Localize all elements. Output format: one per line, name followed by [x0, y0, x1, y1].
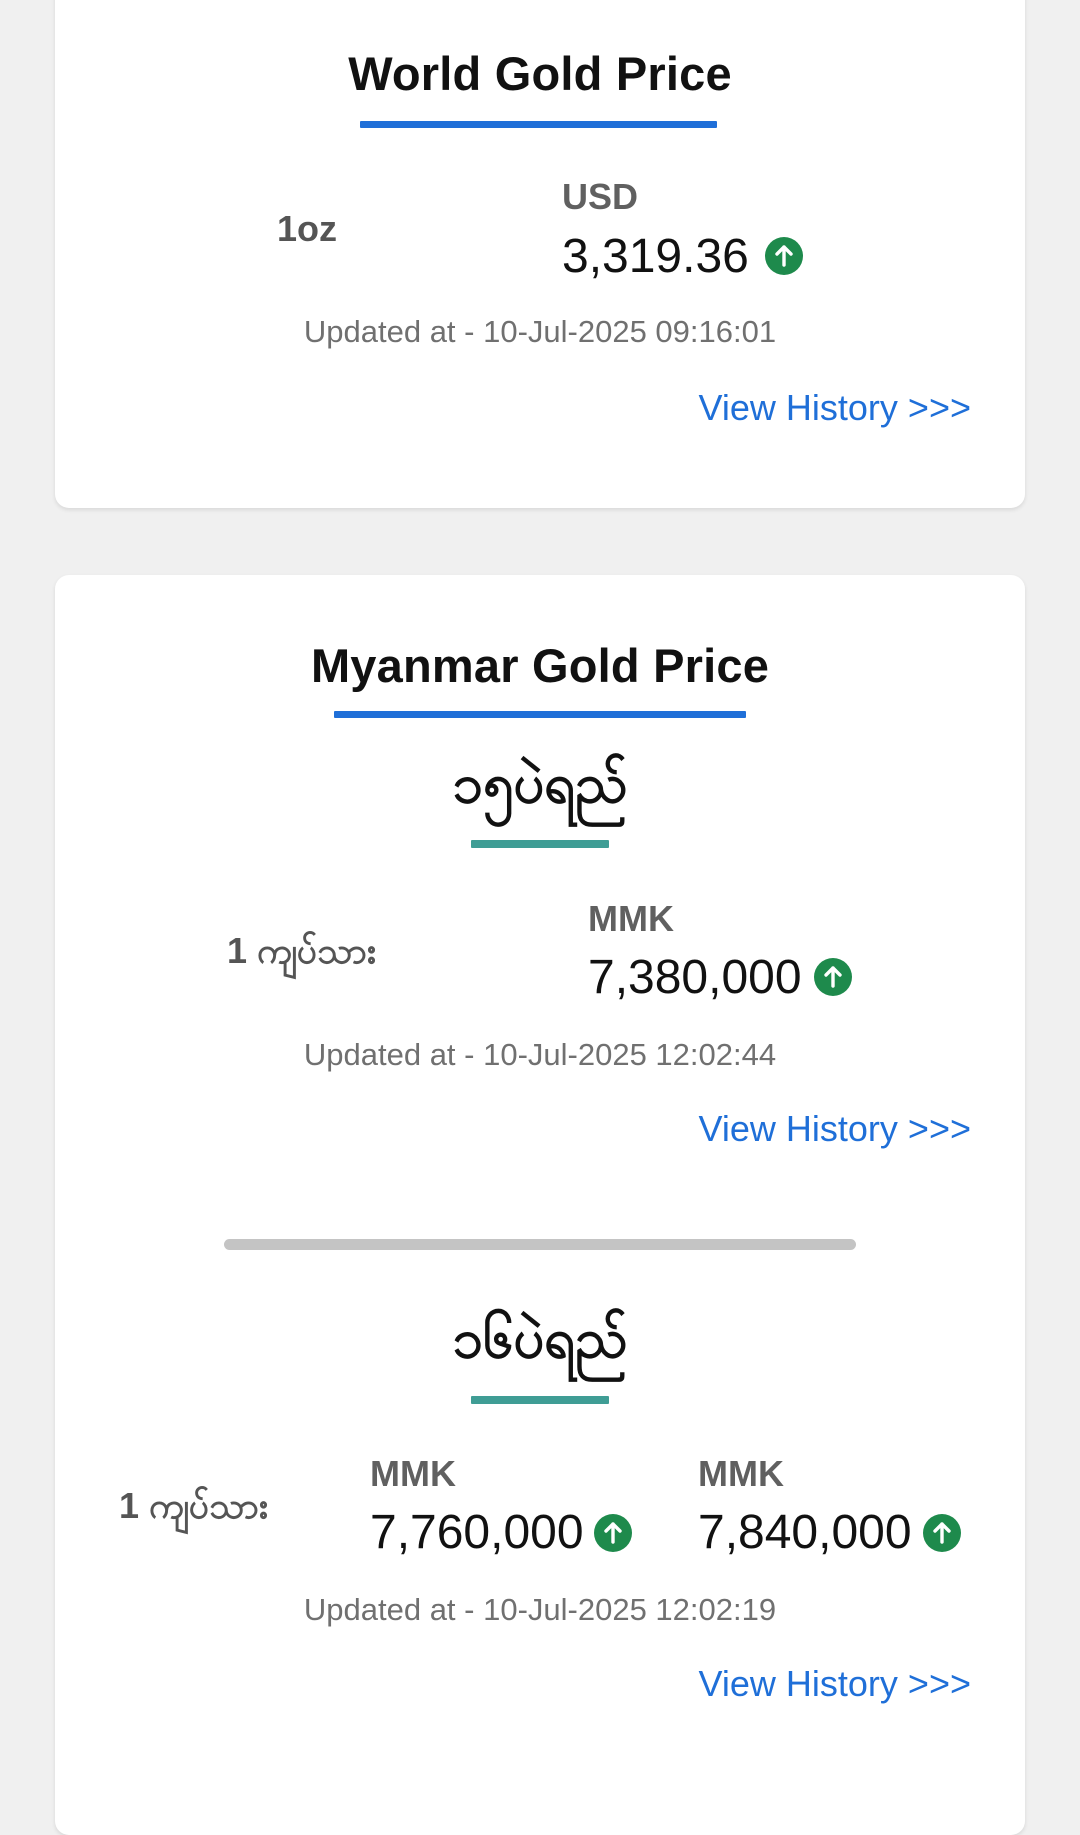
trend-up-icon	[814, 958, 852, 996]
world-price-value: 3,319.36	[562, 230, 749, 283]
trend-up-icon	[594, 1514, 632, 1552]
section-16-price-value-1: 7,760,000	[370, 1506, 584, 1559]
world-unit-label: 1oz	[277, 208, 338, 249]
world-title-underline	[360, 121, 717, 128]
section-16-underline	[471, 1396, 609, 1404]
world-view-history-link[interactable]: View History >>>	[699, 387, 971, 429]
world-updated-timestamp: Updated at - 10-Jul-2025 09:16:01	[303, 314, 777, 349]
myanmar-gold-title: Myanmar Gold Price	[310, 639, 770, 692]
section-15-price-value: 7,380,000	[588, 951, 802, 1004]
section-16-price-value-2: 7,840,000	[698, 1506, 912, 1559]
section-15-title: ၁၅ပဲရည်	[452, 752, 628, 815]
section-16-currency-label-1: MMK	[370, 1453, 456, 1494]
section-16-view-history-link[interactable]: View History >>>	[699, 1663, 971, 1705]
section-15-underline	[471, 840, 609, 848]
section-16-unit-label: 1 ကျပ်သား	[119, 1485, 269, 1526]
trend-up-icon	[765, 237, 803, 275]
world-gold-card: World Gold Price 1oz USD 3,319.36 Update…	[55, 0, 1025, 508]
world-currency-label: USD	[562, 176, 639, 217]
myanmar-gold-card: Myanmar Gold Price ၁၅ပဲရည် 1 ကျပ်သား MMK…	[55, 575, 1025, 1835]
myanmar-title-underline	[334, 711, 746, 718]
section-15-updated-timestamp: Updated at - 10-Jul-2025 12:02:44	[303, 1037, 777, 1072]
world-gold-title: World Gold Price	[348, 47, 732, 100]
section-15-currency-label: MMK	[588, 898, 674, 939]
section-16-title: ၁၆ပဲရည်	[452, 1307, 628, 1370]
section-divider	[224, 1239, 856, 1250]
trend-up-icon	[923, 1514, 961, 1552]
section-16-updated-timestamp: Updated at - 10-Jul-2025 12:02:19	[303, 1592, 777, 1627]
section-15-view-history-link[interactable]: View History >>>	[699, 1108, 971, 1150]
section-16-currency-label-2: MMK	[698, 1453, 784, 1494]
section-15-unit-label: 1 ကျပ်သား	[227, 930, 377, 971]
